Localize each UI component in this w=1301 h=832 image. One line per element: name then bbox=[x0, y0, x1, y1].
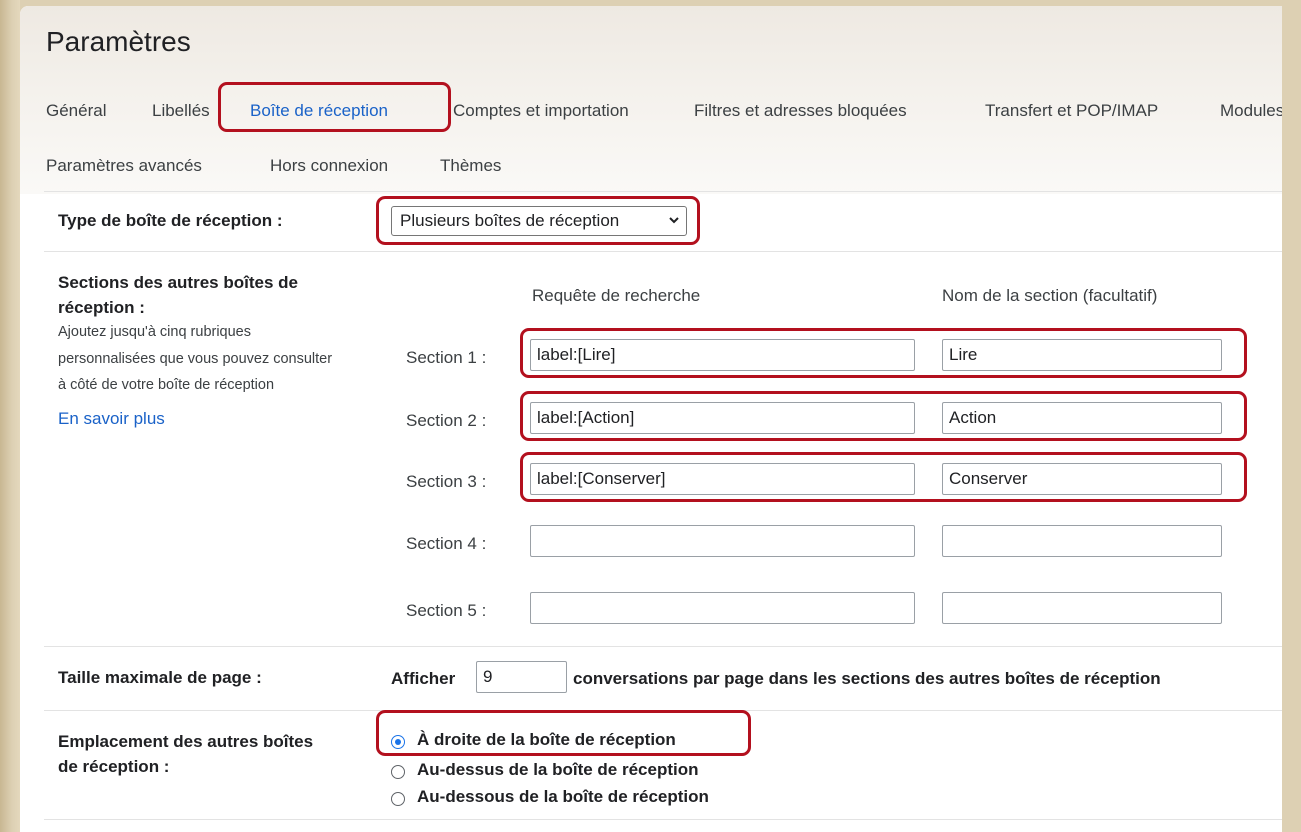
tab-offline[interactable]: Hors connexion bbox=[270, 156, 388, 176]
section-5-label: Section 5 : bbox=[406, 601, 487, 620]
page-title: Paramètres bbox=[46, 26, 191, 57]
column-header-name: Nom de la section (facultatif) bbox=[942, 286, 1158, 305]
tab-themes[interactable]: Thèmes bbox=[440, 156, 501, 176]
tab-labels[interactable]: Libellés bbox=[152, 101, 210, 121]
sections-title-line2: réception : bbox=[58, 298, 145, 317]
tab-forwarding-pop-imap[interactable]: Transfert et POP/IMAP bbox=[985, 101, 1158, 121]
divider bbox=[44, 819, 1282, 820]
section-2-query-input[interactable] bbox=[530, 402, 915, 434]
tab-inbox[interactable]: Boîte de réception bbox=[250, 101, 388, 121]
section-3-query-input[interactable] bbox=[530, 463, 915, 495]
divider bbox=[44, 710, 1282, 711]
section-1-name-input[interactable] bbox=[942, 339, 1222, 371]
learn-more-link[interactable]: En savoir plus bbox=[58, 409, 165, 429]
section-2-name-input[interactable] bbox=[942, 402, 1222, 434]
tab-advanced[interactable]: Paramètres avancés bbox=[46, 156, 202, 176]
page-size-input[interactable] bbox=[476, 661, 567, 693]
position-above-radio[interactable] bbox=[391, 765, 405, 779]
chevron-down-icon bbox=[668, 207, 680, 245]
sections-description-line1: Ajoutez jusqu'à cinq rubriques bbox=[58, 324, 251, 340]
sections-description-line3: à côté de votre boîte de réception bbox=[58, 377, 275, 393]
section-4-label: Section 4 : bbox=[406, 534, 487, 553]
divider bbox=[44, 191, 1282, 192]
page-size-label: Taille maximale de page : bbox=[58, 668, 262, 687]
section-1-label: Section 1 : bbox=[406, 348, 487, 367]
background-frame bbox=[0, 0, 20, 832]
sections-title-line1: Sections des autres boîtes de bbox=[58, 273, 298, 292]
position-below-radio[interactable] bbox=[391, 792, 405, 806]
section-3-name-input[interactable] bbox=[942, 463, 1222, 495]
tab-accounts-import[interactable]: Comptes et importation bbox=[453, 101, 629, 121]
tab-addons[interactable]: Modules bbox=[1220, 101, 1282, 121]
section-5-name-input[interactable] bbox=[942, 592, 1222, 624]
divider bbox=[44, 251, 1282, 252]
position-right-radio[interactable] bbox=[391, 735, 405, 749]
inbox-type-selected: Plusieurs boîtes de réception bbox=[400, 211, 620, 230]
position-label-line2: de réception : bbox=[58, 757, 170, 776]
tab-filters-blocked[interactable]: Filtres et adresses bloquées bbox=[694, 101, 907, 121]
settings-window: Paramètres Général Libellés Boîte de réc… bbox=[20, 6, 1282, 832]
page-size-suffix: conversations par page dans les sections… bbox=[573, 669, 1161, 688]
sections-description-line2: personnalisées que vous pouvez consulter bbox=[58, 351, 333, 367]
position-right-label[interactable]: À droite de la boîte de réception bbox=[417, 730, 676, 750]
section-4-name-input[interactable] bbox=[942, 525, 1222, 557]
position-label-line1: Emplacement des autres boîtes bbox=[58, 732, 314, 751]
section-2-label: Section 2 : bbox=[406, 411, 487, 430]
position-below-label[interactable]: Au-dessous de la boîte de réception bbox=[417, 787, 709, 807]
divider bbox=[44, 646, 1282, 647]
section-1-query-input[interactable] bbox=[530, 339, 915, 371]
page-size-prefix: Afficher bbox=[391, 669, 456, 688]
position-above-label[interactable]: Au-dessus de la boîte de réception bbox=[417, 760, 699, 780]
section-4-query-input[interactable] bbox=[530, 525, 915, 557]
section-5-query-input[interactable] bbox=[530, 592, 915, 624]
section-3-label: Section 3 : bbox=[406, 472, 487, 491]
tab-general[interactable]: Général bbox=[46, 101, 106, 121]
header-band bbox=[20, 6, 1282, 194]
inbox-type-select[interactable]: Plusieurs boîtes de réception bbox=[391, 206, 687, 236]
column-header-query: Requête de recherche bbox=[532, 286, 701, 305]
inbox-type-label: Type de boîte de réception : bbox=[58, 211, 283, 230]
